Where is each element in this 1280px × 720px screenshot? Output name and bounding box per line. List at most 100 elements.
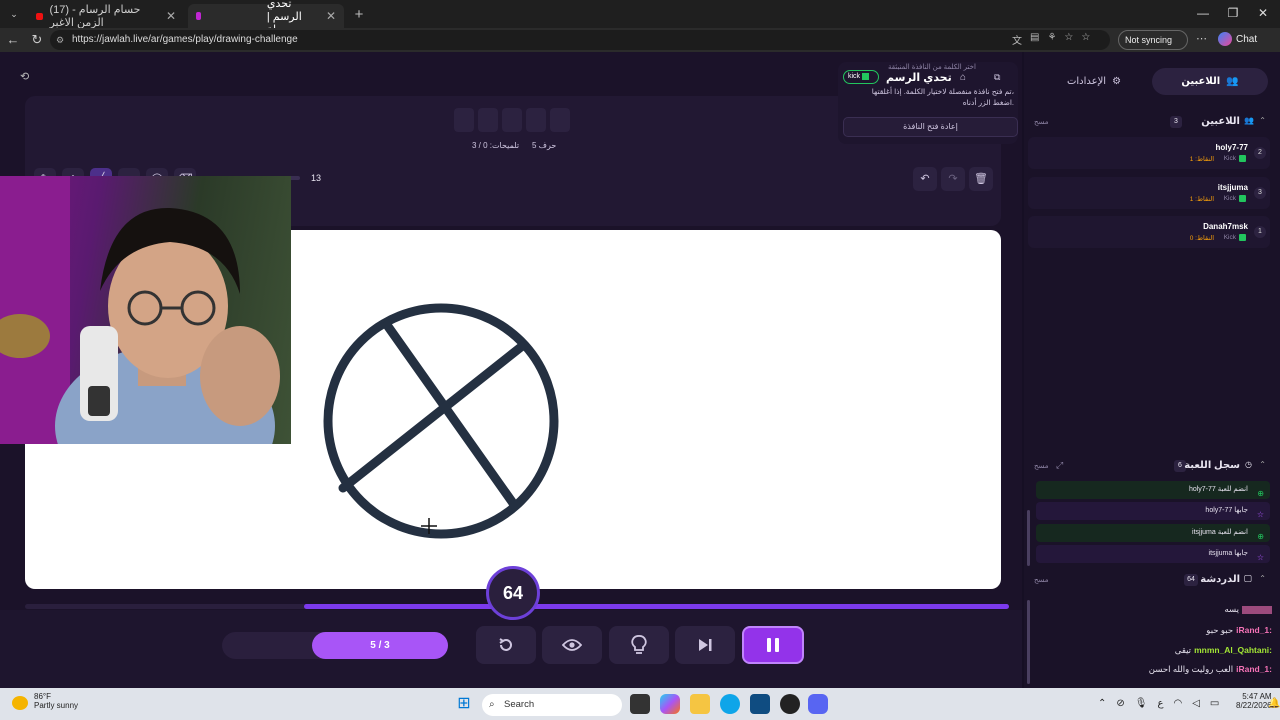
weather-widget[interactable]: 86°F Partly sunny bbox=[34, 692, 78, 710]
url-field[interactable]: ⚙ https://jawlah.live/ar/games/play/draw… bbox=[50, 30, 1110, 50]
maximize-button[interactable]: ❐ bbox=[1218, 6, 1248, 20]
reader-icon[interactable]: ▤ bbox=[1030, 32, 1039, 48]
close-tab-icon[interactable]: ✕ bbox=[326, 9, 336, 23]
chat-message: يسه bbox=[1030, 604, 1272, 615]
chat-message: حبو حبو iRand_1: bbox=[1030, 625, 1272, 636]
chat-text: تيقى bbox=[1174, 645, 1192, 655]
log-text: itsjjuma جابها bbox=[1208, 550, 1248, 557]
discord-icon[interactable] bbox=[808, 694, 828, 714]
microphone-icon[interactable]: 🎙 bbox=[1135, 698, 1148, 709]
chat-clear-button[interactable]: مسح bbox=[1034, 576, 1049, 584]
notice-title: تحدي الرسم bbox=[886, 72, 952, 84]
edge-browser-icon[interactable] bbox=[720, 694, 740, 714]
notification-bell-icon[interactable]: 🔔 bbox=[1268, 698, 1280, 709]
chat-text: حبو حبو bbox=[1206, 625, 1234, 635]
log-scrollbar[interactable] bbox=[1027, 510, 1030, 566]
player-row: holy7-77 Kick النقاط: 1 2 bbox=[1028, 137, 1270, 169]
chat-section-header[interactable]: مسح 64 الدردشة ▢ ⌃ bbox=[1030, 572, 1270, 588]
players-count: 3 bbox=[1170, 116, 1182, 128]
log-entry: holy7-77 جابها ☆ bbox=[1036, 502, 1270, 520]
favorite-star-icon[interactable]: ☆ bbox=[1064, 32, 1073, 48]
tab-settings[interactable]: الإعدادات ⚙ bbox=[1036, 68, 1152, 95]
clear-canvas-button[interactable]: 🗑 bbox=[969, 167, 993, 191]
users-icon: 👥 bbox=[1226, 76, 1239, 87]
translate-icon[interactable]: 文 bbox=[1012, 32, 1022, 48]
star-icon: ☆ bbox=[1256, 553, 1264, 562]
search-label: Search bbox=[504, 699, 535, 710]
reopen-window-button[interactable]: إعادة فتح النافذة bbox=[843, 117, 1018, 137]
weather-desc: Partly sunny bbox=[34, 701, 79, 710]
pause-button[interactable] bbox=[742, 626, 804, 664]
skip-button[interactable] bbox=[675, 626, 735, 664]
reveal-word-button[interactable] bbox=[542, 626, 602, 664]
drawn-circle bbox=[323, 303, 559, 539]
network-off-icon[interactable]: ⊘ bbox=[1116, 698, 1124, 709]
extensions-icon[interactable]: ⚘ bbox=[1047, 32, 1056, 48]
skip-icon bbox=[699, 639, 712, 651]
collections-icon[interactable]: ☆ bbox=[1081, 32, 1090, 48]
volume-icon[interactable]: ◁ bbox=[1192, 698, 1200, 709]
close-window-button[interactable]: ✕ bbox=[1248, 6, 1278, 20]
hints-info: تلميحات: 0 / 3 bbox=[472, 141, 520, 150]
player-name: holy7-77 bbox=[1215, 143, 1248, 152]
kick-badge: kick bbox=[843, 70, 879, 84]
back-button[interactable]: ← bbox=[4, 31, 22, 49]
log-entry: itsjjuma انضم للعبة ⊕ bbox=[1036, 524, 1270, 542]
browser-tab-1[interactable]: (17) حسام الرسام - الزمن الاغبر ✕ bbox=[28, 4, 184, 29]
letter-slot bbox=[526, 108, 546, 132]
more-menu-icon[interactable]: ⋯ bbox=[1196, 32, 1207, 45]
chevron-up-icon[interactable]: ⌃ bbox=[1259, 116, 1266, 125]
new-tab-button[interactable]: + bbox=[350, 6, 368, 24]
players-section-header[interactable]: مسح 3 اللاعبين 👥 ⌃ bbox=[1030, 114, 1270, 130]
refresh-button[interactable]: ↻ bbox=[28, 31, 46, 49]
profile-sync-button[interactable]: Not syncing bbox=[1118, 30, 1188, 50]
address-bar-icons: 文 ▤ ⚘ ☆ ☆ bbox=[1012, 32, 1112, 48]
expand-icon[interactable]: ⤢ bbox=[1056, 460, 1063, 471]
popout-icon[interactable]: ⧉ bbox=[994, 72, 1000, 83]
undo-button[interactable]: ↶ bbox=[913, 167, 937, 191]
tab-list-icon[interactable]: ⌄ bbox=[6, 6, 22, 22]
hint-button[interactable] bbox=[609, 626, 669, 664]
browser-tab-2[interactable]: تحدي الرسم | جولة ✕ bbox=[188, 0, 344, 36]
players-clear-button[interactable]: مسح bbox=[1034, 118, 1049, 126]
store-icon[interactable] bbox=[750, 694, 770, 714]
drawn-line-1 bbox=[382, 320, 520, 511]
redo-button[interactable]: ↷ bbox=[941, 167, 965, 191]
copilot-app-icon[interactable] bbox=[660, 694, 680, 714]
tab-players[interactable]: اللاعبين 👥 bbox=[1152, 68, 1268, 95]
chevron-up-icon[interactable]: ⌃ bbox=[1259, 460, 1266, 469]
game-log-header[interactable]: مسح ⤢ 6 سجل اللعبة ◷ ⌃ bbox=[1030, 458, 1270, 474]
restart-button[interactable] bbox=[476, 626, 536, 664]
log-clear-button[interactable]: مسح bbox=[1034, 462, 1049, 470]
log-header-label: سجل اللعبة bbox=[1184, 460, 1240, 471]
clock-time: 5:47 AM bbox=[1242, 692, 1272, 701]
start-button[interactable]: ⊞ bbox=[454, 694, 474, 714]
battery-icon[interactable]: ▭ bbox=[1210, 698, 1219, 709]
kick-logo-icon bbox=[1239, 155, 1246, 162]
player-name: Danah7msk bbox=[1203, 222, 1248, 231]
chevron-up-icon[interactable]: ⌃ bbox=[1098, 698, 1106, 709]
minimize-button[interactable]: — bbox=[1188, 6, 1218, 20]
sync-label: Not syncing bbox=[1125, 35, 1173, 45]
file-explorer-icon[interactable] bbox=[690, 694, 710, 714]
close-tab-icon[interactable]: ✕ bbox=[166, 9, 176, 23]
letter-slot bbox=[502, 108, 522, 132]
chevron-up-icon[interactable]: ⌃ bbox=[1259, 574, 1266, 583]
obs-icon[interactable] bbox=[780, 694, 800, 714]
chat-username bbox=[1242, 605, 1272, 614]
copilot-chat-button[interactable]: Chat bbox=[1218, 30, 1257, 50]
taskbar-clock[interactable]: 5:47 AM 8/22/2026 bbox=[1236, 692, 1272, 710]
weather-icon[interactable] bbox=[12, 696, 28, 710]
taskbar-search[interactable]: ⌕ Search bbox=[482, 694, 622, 716]
language-icon[interactable]: ع bbox=[1157, 698, 1163, 709]
chat-bubble-icon: ▢ bbox=[1243, 573, 1252, 583]
task-view-icon[interactable] bbox=[630, 694, 650, 714]
player-platform: Kick bbox=[1223, 155, 1236, 162]
site-info-icon[interactable]: ⚙ bbox=[56, 30, 64, 50]
refresh-game-icon[interactable]: ⟲ bbox=[20, 70, 29, 83]
kick-logo-icon bbox=[1239, 234, 1246, 241]
wifi-icon[interactable]: ◠ bbox=[1173, 698, 1182, 709]
home-icon[interactable]: ⌂ bbox=[960, 72, 966, 83]
player-score: النقاط: 1 bbox=[1189, 196, 1214, 203]
chat-username: iRand_1: bbox=[1236, 625, 1272, 635]
